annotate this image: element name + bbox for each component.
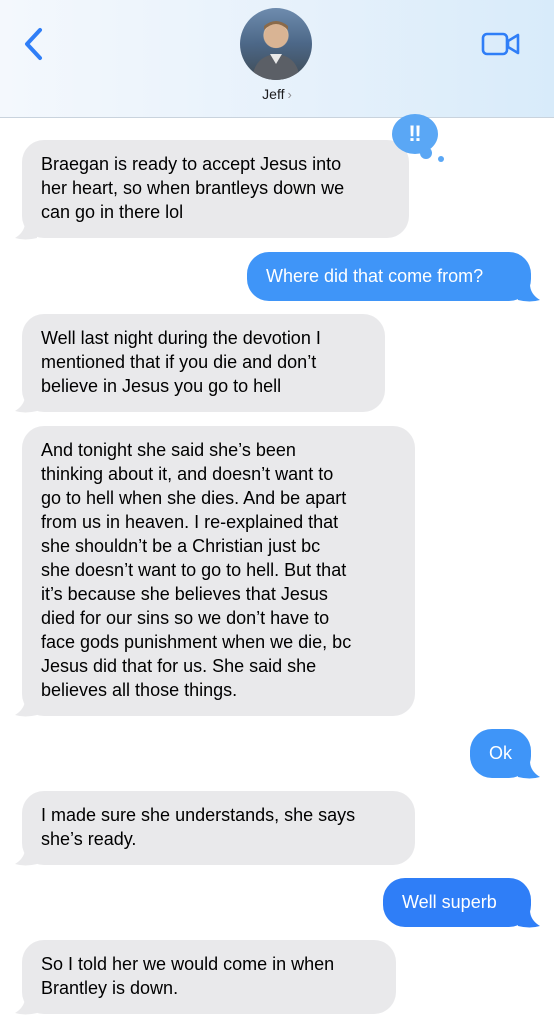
chevron-right-icon: ›: [287, 87, 292, 102]
message-bubble-incoming[interactable]: So I told her we would come in when Bran…: [22, 940, 396, 1014]
exclamation-reaction-icon[interactable]: ‼: [392, 114, 438, 154]
chevron-left-icon[interactable]: [18, 24, 50, 64]
contact-name-button[interactable]: Jeff ›: [0, 86, 554, 102]
message-bubble-outgoing[interactable]: Well superb: [383, 878, 531, 927]
conversation-header: Jeff ›: [0, 0, 554, 118]
contact-avatar[interactable]: [240, 8, 312, 80]
message-bubble-outgoing[interactable]: Ok: [470, 729, 531, 778]
message-bubble-incoming[interactable]: And tonight she said she’s been thinking…: [22, 426, 415, 716]
message-bubble-incoming[interactable]: Well last night during the devotion I me…: [22, 314, 385, 412]
video-camera-icon[interactable]: [481, 30, 521, 58]
message-bubble-incoming[interactable]: I made sure she understands, she says sh…: [22, 791, 415, 865]
contact-name: Jeff: [262, 86, 285, 102]
message-bubble-outgoing[interactable]: Where did that come from?: [247, 252, 531, 301]
message-bubble-incoming[interactable]: Braegan is ready to accept Jesus into he…: [22, 140, 409, 238]
reaction-tail-dot: [438, 156, 444, 162]
